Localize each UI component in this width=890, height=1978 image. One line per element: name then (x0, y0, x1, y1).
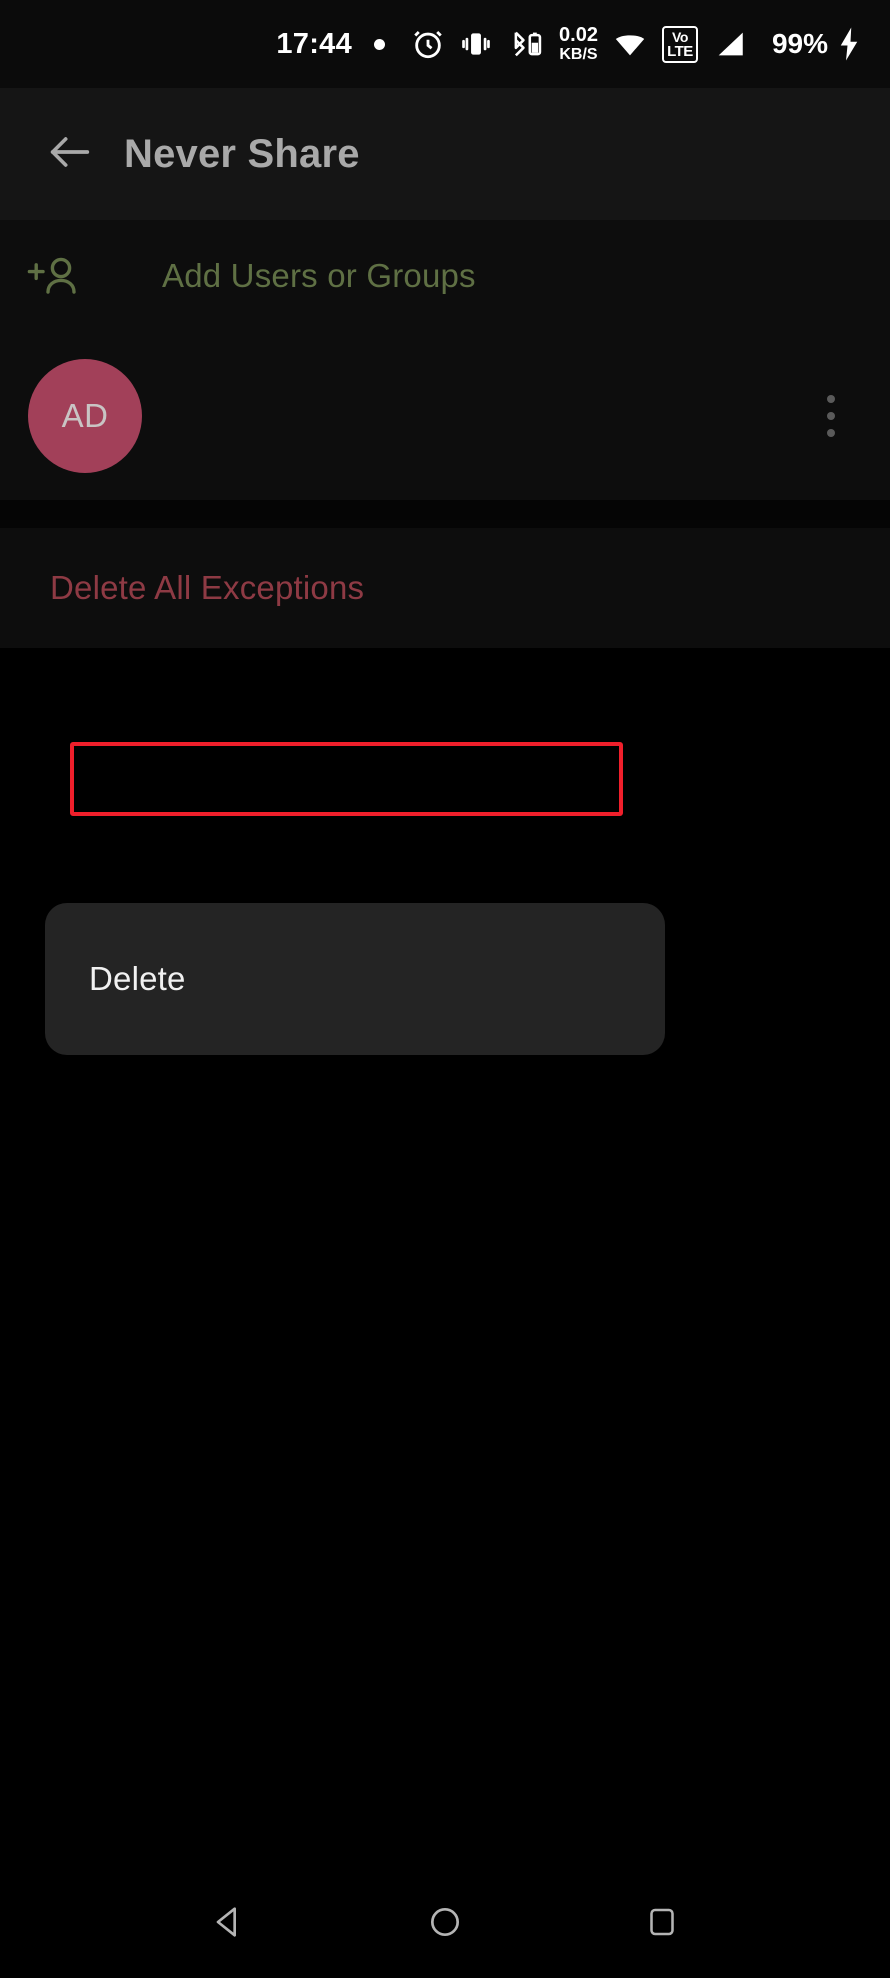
menu-item-delete-label: Delete (89, 960, 186, 997)
nav-home-button[interactable] (400, 1879, 490, 1969)
volte-icon: Vo LTE (661, 25, 698, 63)
back-triangle-icon (208, 1902, 248, 1947)
network-speed-indicator: 0.02 KB/S (559, 25, 598, 63)
add-users-or-groups-label: Add Users or Groups (162, 257, 476, 294)
arrow-left-icon (44, 126, 96, 183)
add-users-or-groups-row[interactable]: Add Users or Groups (0, 220, 890, 332)
page-title: Never Share (124, 131, 360, 176)
more-vertical-icon[interactable] (792, 356, 870, 476)
person-add-icon (0, 250, 110, 302)
phone-screen: 17:44 0.02 KB/S Vo LTE 99% Never Share A… (0, 0, 890, 1978)
dot (827, 429, 835, 437)
context-menu: Delete (45, 903, 665, 1055)
back-button[interactable] (22, 126, 118, 183)
avatar-initials: AD (61, 397, 109, 434)
app-bar: Never Share (0, 88, 890, 220)
battery-percent-label: 99% (771, 28, 828, 59)
nav-recents-button[interactable] (617, 1879, 707, 1969)
charging-bolt-icon (834, 26, 864, 62)
empty-area (0, 648, 890, 1978)
status-bar: 17:44 0.02 KB/S Vo LTE 99% (0, 0, 890, 88)
exceptions-section: Add Users or Groups AD (0, 220, 890, 500)
bluetooth-battery-icon (507, 27, 545, 61)
network-speed-unit: KB/S (559, 46, 598, 63)
volte-line-1: Vo (672, 28, 688, 45)
vibrate-icon (459, 27, 493, 61)
nav-back-button[interactable] (183, 1879, 273, 1969)
navigation-bar (0, 1870, 890, 1978)
list-item[interactable]: AD (0, 332, 890, 500)
notification-dot-icon (374, 38, 386, 50)
menu-item-delete[interactable]: Delete (45, 903, 665, 1055)
avatar: AD (28, 359, 142, 473)
wifi-icon (612, 27, 648, 61)
home-circle-icon (426, 1903, 464, 1946)
section-divider (0, 500, 890, 528)
dot (827, 395, 835, 403)
status-bar-clock: 17:44 (276, 27, 353, 60)
volte-line-2: LTE (667, 42, 693, 60)
delete-all-exceptions-label: Delete All Exceptions (50, 569, 365, 606)
alarm-icon (411, 27, 445, 61)
network-speed-value: 0.02 (559, 24, 598, 46)
delete-all-exceptions-row[interactable]: Delete All Exceptions (0, 528, 890, 648)
signal-icon (712, 27, 748, 61)
recents-square-icon (644, 1904, 680, 1945)
dot (827, 412, 835, 420)
